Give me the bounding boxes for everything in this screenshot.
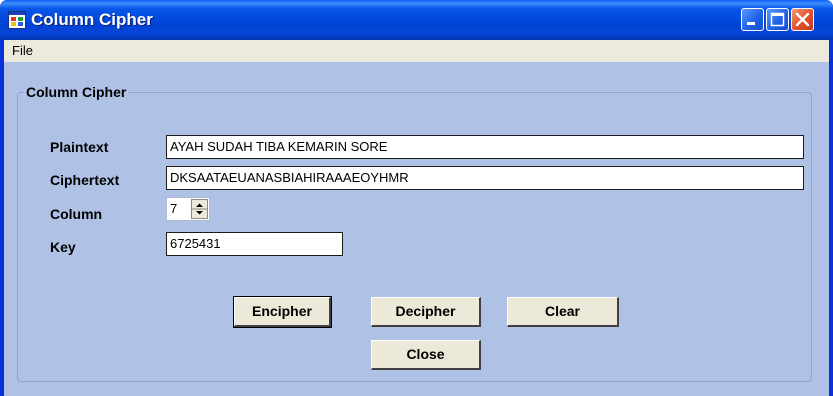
maximize-button[interactable] [766, 8, 789, 31]
maximize-icon [770, 12, 785, 27]
plaintext-input[interactable]: AYAH SUDAH TIBA KEMARIN SORE [166, 135, 804, 159]
decipher-button[interactable]: Decipher [371, 297, 481, 327]
column-label: Column [50, 206, 103, 222]
clear-button[interactable]: Clear [507, 297, 619, 327]
minimize-button[interactable] [741, 8, 764, 31]
close-icon [795, 12, 810, 27]
window-title: Column Cipher [31, 10, 153, 29]
menu-bar: File [4, 40, 829, 62]
key-label: Key [50, 239, 76, 255]
main-window: Column Cipher File Column Cipher Plainte… [0, 0, 833, 396]
spin-up-icon[interactable] [192, 200, 207, 218]
key-input[interactable]: 6725431 [166, 232, 343, 256]
column-value[interactable]: 7 [170, 201, 177, 216]
encipher-button[interactable]: Encipher [233, 296, 332, 328]
close-window-button[interactable] [791, 8, 814, 31]
close-button[interactable]: Close [371, 340, 481, 370]
minimize-icon [747, 22, 755, 25]
ciphertext-input[interactable]: DKSAATAEUANASBIAHIRAAAEOYHMR [166, 166, 804, 190]
client-area: File Column Cipher Plaintext AYAH SUDAH … [4, 40, 829, 396]
spin-down-icon [196, 211, 203, 215]
group-title: Column Cipher [24, 84, 129, 100]
ciphertext-label: Ciphertext [50, 172, 120, 188]
menu-file[interactable]: File [8, 43, 37, 58]
spin-buttons[interactable] [191, 199, 208, 219]
plaintext-label: Plaintext [50, 139, 109, 155]
title-bar[interactable]: Column Cipher [0, 0, 833, 40]
column-stepper[interactable]: 7 [166, 197, 210, 221]
app-icon [8, 11, 26, 29]
